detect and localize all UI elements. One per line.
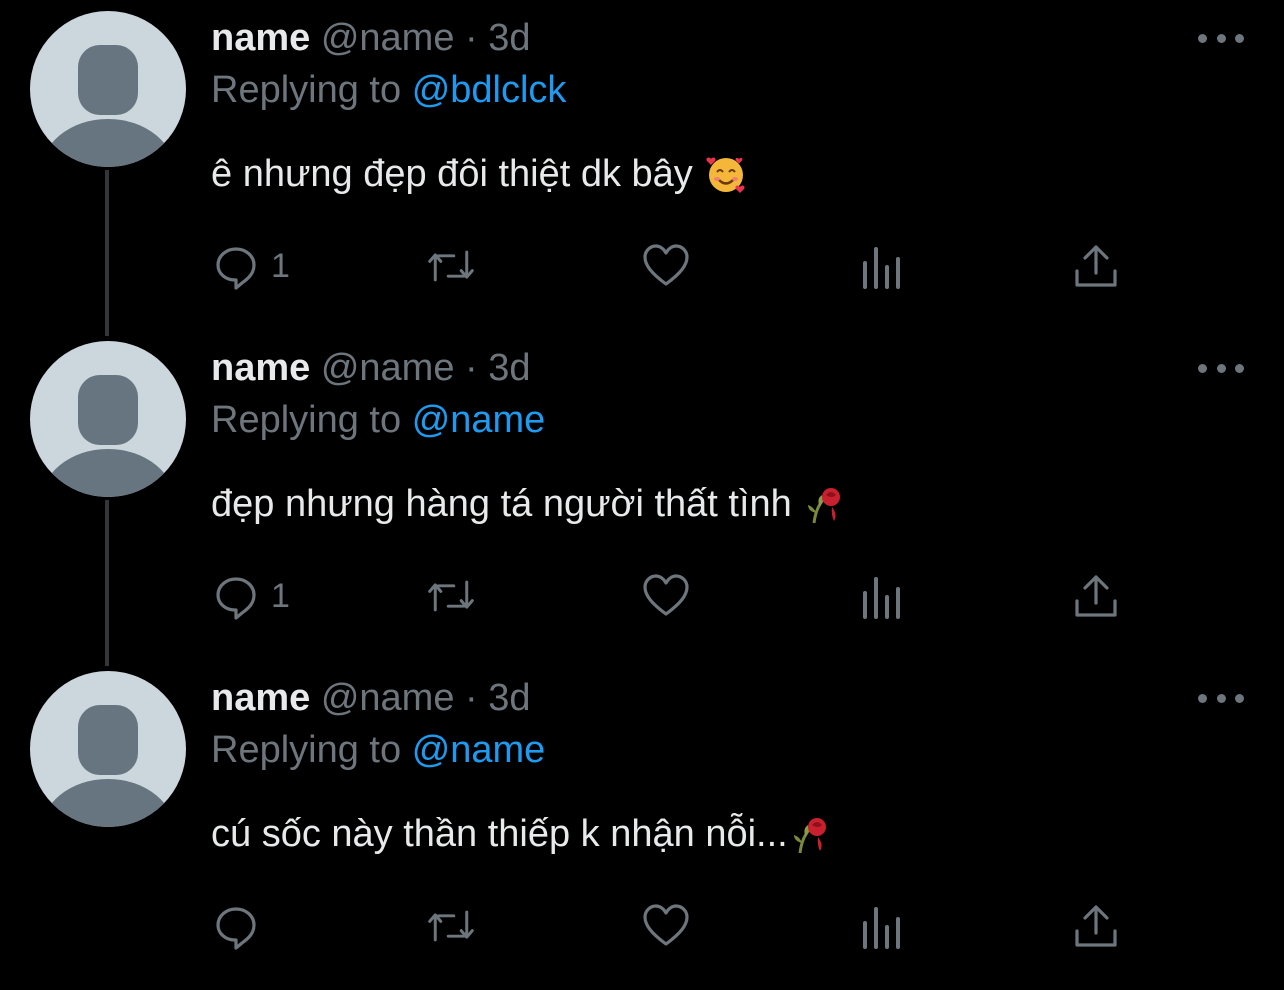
display-name[interactable]: name — [211, 347, 310, 389]
replying-to: Replying to @bdlclck — [211, 66, 566, 114]
smiling-face-with-hearts-icon — [706, 157, 745, 193]
tweet-text: ê nhưng đẹp đôi thiệt dk bây — [211, 149, 747, 199]
tweet-actions: 1 — [211, 238, 1131, 294]
handle[interactable]: @name — [321, 677, 455, 719]
tweet-actions: 1 — [211, 568, 1131, 624]
retweet-icon — [428, 580, 474, 612]
wilted-flower-icon — [807, 488, 840, 524]
tweet[interactable]: name @name · 3d Replying to @name cú sốc… — [0, 660, 1284, 990]
timestamp[interactable]: 3d — [488, 17, 530, 59]
analytics-button[interactable] — [856, 238, 906, 294]
handle[interactable]: @name — [321, 347, 455, 389]
more-options-icon[interactable] — [1198, 352, 1244, 384]
tweet[interactable]: name @name · 3d Replying to @bdlclck ê n… — [0, 0, 1284, 336]
like-button[interactable] — [641, 238, 701, 294]
tweet-actions — [211, 898, 1131, 954]
like-button[interactable] — [641, 898, 701, 954]
heart-icon — [643, 244, 689, 286]
tweet-header: name @name · 3d — [211, 344, 531, 392]
replying-to-label: Replying to — [211, 399, 402, 441]
display-name[interactable]: name — [211, 17, 310, 59]
tweet-text: cú sốc này thần thiếp k nhận nỗi... — [211, 809, 832, 859]
avatar-body — [40, 779, 176, 827]
timestamp[interactable]: 3d — [488, 677, 530, 719]
avatar-body — [40, 449, 176, 497]
timestamp[interactable]: 3d — [488, 347, 530, 389]
thread-line — [105, 500, 109, 666]
avatar-head — [78, 375, 138, 445]
tweet-header: name @name · 3d — [211, 674, 531, 722]
tweet[interactable]: name @name · 3d Replying to @name đẹp nh… — [0, 330, 1284, 666]
avatar-head — [78, 705, 138, 775]
replying-to: Replying to @name — [211, 726, 545, 774]
wilted-flower-icon — [793, 818, 826, 854]
reply-icon — [216, 577, 256, 620]
share-icon — [1075, 575, 1117, 617]
retweet-icon — [428, 910, 474, 942]
avatar[interactable] — [30, 671, 186, 827]
heart-icon — [643, 574, 689, 616]
more-options-icon[interactable] — [1198, 22, 1244, 54]
separator-dot: · — [465, 347, 478, 389]
analytics-button[interactable] — [856, 568, 906, 624]
tweet-text-content: đẹp nhưng hàng tá người thất tình — [211, 483, 792, 525]
reply-icon — [216, 247, 256, 290]
share-icon — [1075, 905, 1117, 947]
separator-dot: · — [465, 677, 478, 719]
share-icon — [1075, 245, 1117, 287]
share-button[interactable] — [1071, 898, 1121, 954]
separator-dot: · — [465, 17, 478, 59]
analytics-icon — [863, 577, 900, 619]
reply-button[interactable] — [211, 898, 271, 954]
handle[interactable]: @name — [321, 17, 455, 59]
display-name[interactable]: name — [211, 677, 310, 719]
avatar-body — [40, 119, 176, 167]
reply-button[interactable]: 1 — [211, 238, 290, 294]
mention-link[interactable]: @name — [412, 399, 546, 441]
reply-count: 1 — [271, 246, 290, 285]
tweet-header: name @name · 3d — [211, 14, 531, 62]
analytics-icon — [863, 247, 900, 289]
thread-line — [105, 170, 109, 336]
tweet-text-content: ê nhưng đẹp đôi thiệt dk bây — [211, 153, 693, 195]
replying-to-label: Replying to — [211, 69, 402, 111]
more-options-icon[interactable] — [1198, 682, 1244, 714]
analytics-icon — [863, 907, 900, 949]
heart-icon — [643, 904, 689, 946]
retweet-button[interactable] — [426, 898, 486, 954]
retweet-icon — [428, 250, 474, 282]
replying-to: Replying to @name — [211, 396, 545, 444]
avatar-head — [78, 45, 138, 115]
reply-count: 1 — [271, 576, 290, 615]
avatar[interactable] — [30, 341, 186, 497]
tweet-text: đẹp nhưng hàng tá người thất tình — [211, 479, 846, 529]
reply-icon — [216, 907, 256, 950]
retweet-button[interactable] — [426, 568, 486, 624]
mention-link[interactable]: @name — [412, 729, 546, 771]
tweet-text-content: cú sốc này thần thiếp k nhận nỗi... — [211, 813, 788, 855]
like-button[interactable] — [641, 568, 701, 624]
reply-button[interactable]: 1 — [211, 568, 290, 624]
avatar[interactable] — [30, 11, 186, 167]
share-button[interactable] — [1071, 238, 1121, 294]
retweet-button[interactable] — [426, 238, 486, 294]
analytics-button[interactable] — [856, 898, 906, 954]
mention-link[interactable]: @bdlclck — [412, 69, 567, 111]
replying-to-label: Replying to — [211, 729, 402, 771]
share-button[interactable] — [1071, 568, 1121, 624]
